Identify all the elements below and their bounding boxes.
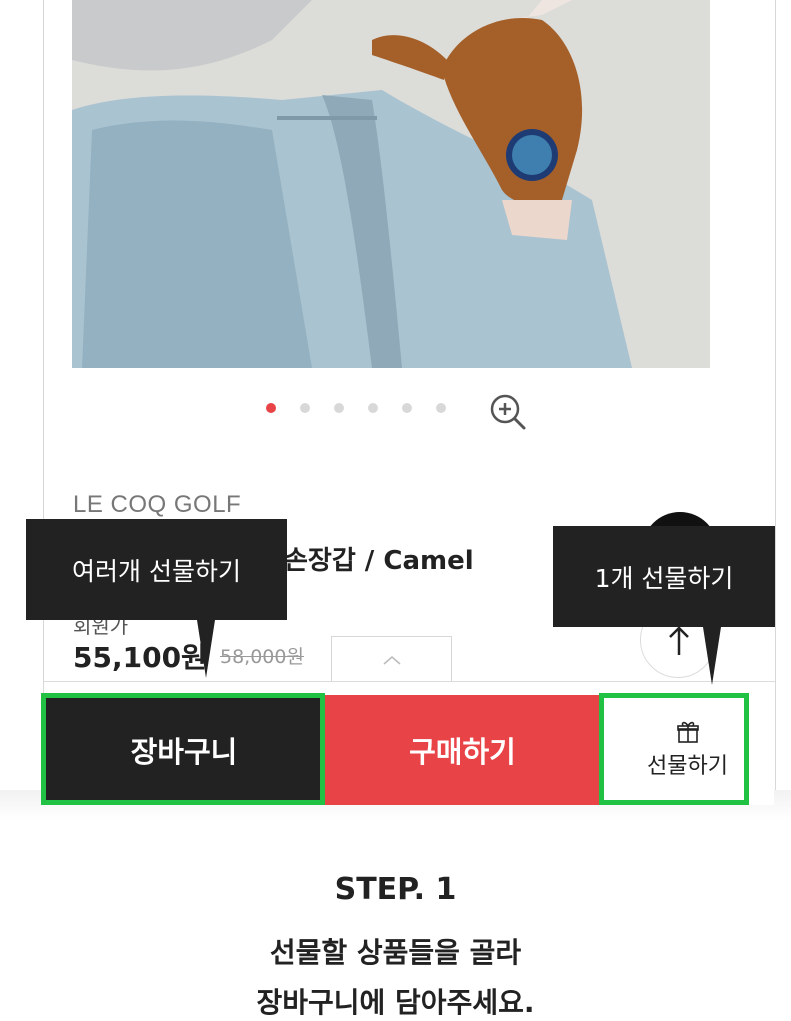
carousel-dot-4[interactable] [368, 403, 378, 413]
multi-gift-tooltip: 여러개 선물하기 [26, 519, 287, 678]
multi-gift-tooltip-text: 여러개 선물하기 [72, 556, 241, 586]
carousel-dot-2[interactable] [300, 403, 310, 413]
single-gift-tooltip-text: 1개 선물하기 [594, 563, 734, 593]
option-panel-toggle[interactable] [331, 636, 452, 682]
carousel-dot-1[interactable] [266, 403, 276, 413]
product-brand[interactable]: LE COQ GOLF [73, 491, 241, 519]
cart-button[interactable]: 장바구니 [43, 695, 325, 805]
step-description-line1: 선물할 상품들을 골라 [269, 936, 522, 969]
product-detail-frame: LE COQ GOLF 손장갑 / Camel 회원가 55,100원 58,0… [43, 0, 776, 805]
divider [44, 681, 775, 682]
arrow-up-icon [669, 626, 689, 655]
carousel-dot-6[interactable] [436, 403, 446, 413]
member-price: 55,100원 [73, 641, 207, 674]
gift-icon [676, 721, 699, 743]
carousel-dot-5[interactable] [402, 403, 412, 413]
chevron-up-icon [383, 656, 401, 665]
carousel-dot-3[interactable] [334, 403, 344, 413]
step-description-line2: 장바구니에 담아주세요. [256, 986, 535, 1019]
product-image[interactable] [72, 0, 710, 368]
carousel-indicator [266, 403, 446, 413]
gift-button-label: 선물하기 [647, 754, 728, 779]
zoom-in-icon[interactable] [488, 392, 528, 432]
product-name: 손장갑 / Camel [284, 546, 474, 576]
step-title: STEP. 1 [334, 872, 457, 907]
original-price: 58,000원 [220, 646, 304, 668]
single-gift-tooltip: 1개 선물하기 [553, 526, 775, 685]
buy-button-label: 구매하기 [409, 735, 516, 769]
cart-button-label: 장바구니 [130, 735, 238, 769]
gift-button[interactable]: 선물하기 [600, 695, 774, 805]
buy-button[interactable]: 구매하기 [325, 695, 600, 805]
product-photo-illustration [72, 0, 710, 368]
